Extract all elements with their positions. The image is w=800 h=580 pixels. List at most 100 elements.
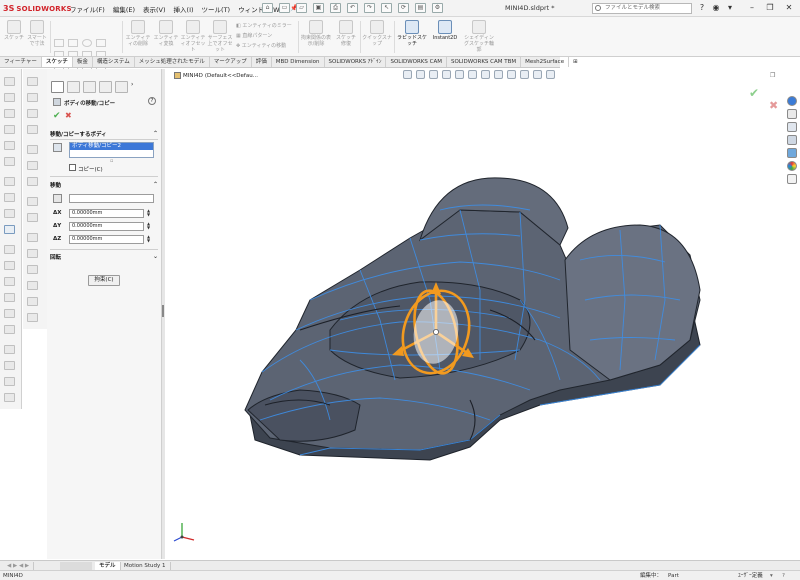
strip-tool-icon[interactable]	[27, 313, 38, 322]
copy-checkbox[interactable]	[69, 164, 76, 171]
cancel-x-icon[interactable]: ✖	[65, 111, 72, 120]
strip-tool-icon[interactable]	[4, 261, 15, 270]
tab-solidworks-addins[interactable]: SOLIDWORKS ｱﾄﾞｲﾝ	[325, 57, 387, 67]
constraints-button[interactable]: 拘束(C)	[88, 275, 120, 286]
file-explorer-icon[interactable]	[787, 122, 797, 132]
bodies-section-header[interactable]: 移動/コピーするボディ ⌃	[50, 130, 158, 138]
menu-tools[interactable]: ツール(T)	[202, 4, 231, 14]
pm-help-icon[interactable]: ?	[148, 97, 156, 105]
strip-tool-icon[interactable]	[4, 377, 15, 386]
strip-tool-icon[interactable]	[27, 77, 38, 86]
strip-tool-icon[interactable]	[4, 277, 15, 286]
tab-mesh-model[interactable]: メッシュ処理されたモデル	[135, 57, 210, 67]
strip-tool-icon[interactable]	[4, 125, 15, 134]
view-palette-icon[interactable]	[787, 135, 797, 145]
tab-mbd-dimension[interactable]: MBD Dimension	[272, 57, 325, 67]
display-manager-tab[interactable]	[115, 81, 128, 93]
strip-tool-icon[interactable]	[4, 225, 15, 234]
display-style-icon[interactable]	[481, 70, 490, 79]
selected-body-item[interactable]: ボディ移動/コピー2	[70, 143, 153, 150]
configuration-manager-tab[interactable]	[83, 81, 96, 93]
menu-view[interactable]: 表示(V)	[143, 4, 166, 14]
maximize-icon[interactable]: ❐	[764, 3, 776, 14]
dimxpert-tab[interactable]	[99, 81, 112, 93]
search-input[interactable]: ファイルとモデル検索	[592, 3, 692, 14]
menu-edit[interactable]: 編集(E)	[113, 4, 135, 14]
menu-insert[interactable]: 挿入(I)	[174, 4, 194, 14]
move-section-header[interactable]: 移動 ⌃	[50, 181, 158, 189]
tab-scroll-arrows[interactable]: ◀ ▶ ◀ ▶	[3, 562, 35, 570]
model-graphics[interactable]	[165, 69, 800, 559]
strip-tool-icon[interactable]	[4, 361, 15, 370]
zoom-to-area-icon[interactable]	[416, 70, 425, 79]
strip-tool-icon[interactable]	[4, 93, 15, 102]
tab-solidworks-cam-tbm[interactable]: SOLIDWORKS CAM TBM	[447, 57, 522, 67]
previous-view-icon[interactable]	[429, 70, 438, 79]
scenes-icon[interactable]	[787, 161, 797, 171]
ribbon-shaded-sketch-button[interactable]: シェイディングスケッチ輪郭	[462, 20, 496, 53]
ribbon-offset-entities-button[interactable]: エンティティオフセット	[180, 20, 206, 53]
delta-y-input[interactable]: 0.00000mm	[69, 222, 144, 231]
mirror-entities-item[interactable]: ◧ エンティティのミラー	[236, 21, 296, 31]
line-icon[interactable]	[54, 39, 64, 47]
delta-z-input[interactable]: 0.00000mm	[69, 235, 144, 244]
rebuild-icon[interactable]: ⟳	[398, 3, 409, 13]
ribbon-repair-sketch-button[interactable]: スケッチ修復	[334, 20, 358, 47]
strip-tool-icon[interactable]	[4, 393, 15, 402]
collapse-chevron-icon[interactable]: ⌃	[153, 181, 158, 188]
delta-x-spinner[interactable]: ▲ ▼	[146, 209, 151, 218]
dynamic-annotation-icon[interactable]	[455, 70, 464, 79]
open-icon[interactable]: ▱	[296, 3, 307, 13]
ribbon-instant2d-button[interactable]: Instant2D	[430, 20, 460, 41]
hide-show-icon[interactable]	[494, 70, 503, 79]
tab-motion-study-1[interactable]: Motion Study 1	[120, 562, 171, 570]
strip-tool-icon[interactable]	[4, 177, 15, 186]
status-units-dropdown-icon[interactable]: ▾	[770, 572, 773, 580]
feature-tree-flyout[interactable]: MINI4D (Default<<Defau...	[174, 72, 258, 79]
save-icon[interactable]: ▣	[313, 3, 324, 13]
delta-y-spinner[interactable]: ▲ ▼	[146, 222, 151, 231]
resize-handle[interactable]: ▫	[110, 158, 113, 164]
select-icon[interactable]: ↖	[381, 3, 392, 13]
splitter-grip[interactable]	[162, 305, 164, 317]
tab-sheet-metal[interactable]: 板金	[73, 57, 93, 67]
collapse-chevron-icon[interactable]: ⌃	[153, 130, 158, 137]
zoom-to-fit-icon[interactable]	[403, 70, 412, 79]
tab-evaluate[interactable]: 評価	[252, 57, 272, 67]
tab-model[interactable]: モデル	[95, 562, 121, 570]
circle-icon[interactable]	[82, 39, 92, 47]
tab-features[interactable]: フィーチャー	[0, 57, 42, 67]
strip-tool-icon[interactable]	[4, 345, 15, 354]
ribbon-offset-on-surface-button[interactable]: サーフェス上でオフセット	[207, 20, 233, 53]
tab-overflow[interactable]: ⊞	[569, 57, 582, 67]
view-settings-icon[interactable]	[533, 70, 542, 79]
options-gear-icon[interactable]: ⚙	[432, 3, 443, 13]
move-entities-item[interactable]: ✥ エンティティの移動	[236, 41, 296, 51]
new-document-icon[interactable]: ▭	[279, 3, 290, 13]
strip-tool-icon[interactable]	[4, 325, 15, 334]
strip-tool-icon[interactable]	[27, 197, 38, 206]
help-dropdown-icon[interactable]: ▾	[724, 3, 736, 14]
strip-tool-icon[interactable]	[27, 249, 38, 258]
tab-scroll-track[interactable]	[60, 562, 92, 570]
rectangle-icon[interactable]	[68, 39, 78, 47]
strip-tool-icon[interactable]	[27, 213, 38, 222]
more-tabs-icon[interactable]: ›	[131, 81, 137, 93]
arc-icon[interactable]	[96, 39, 106, 47]
strip-tool-icon[interactable]	[27, 109, 38, 118]
feature-manager-tab[interactable]	[51, 81, 64, 93]
viewport-restore-icon[interactable]: ❐	[770, 72, 775, 79]
display-pane-icon[interactable]	[546, 70, 555, 79]
confirm-corner-accept-icon[interactable]: ✔	[749, 86, 759, 100]
strip-tool-icon[interactable]	[27, 297, 38, 306]
strip-tool-icon[interactable]	[4, 109, 15, 118]
delta-x-input[interactable]: 0.00000mm	[69, 209, 144, 218]
strip-tool-icon[interactable]	[4, 245, 15, 254]
edit-appearance-icon[interactable]	[507, 70, 516, 79]
print-icon[interactable]: ⎙	[330, 3, 341, 13]
property-manager-tab[interactable]	[67, 81, 80, 93]
strip-tool-icon[interactable]	[27, 233, 38, 242]
view-orientation-icon[interactable]	[468, 70, 477, 79]
rotate-section-header[interactable]: 回転 ⌄	[50, 253, 158, 261]
strip-tool-icon[interactable]	[4, 141, 15, 150]
